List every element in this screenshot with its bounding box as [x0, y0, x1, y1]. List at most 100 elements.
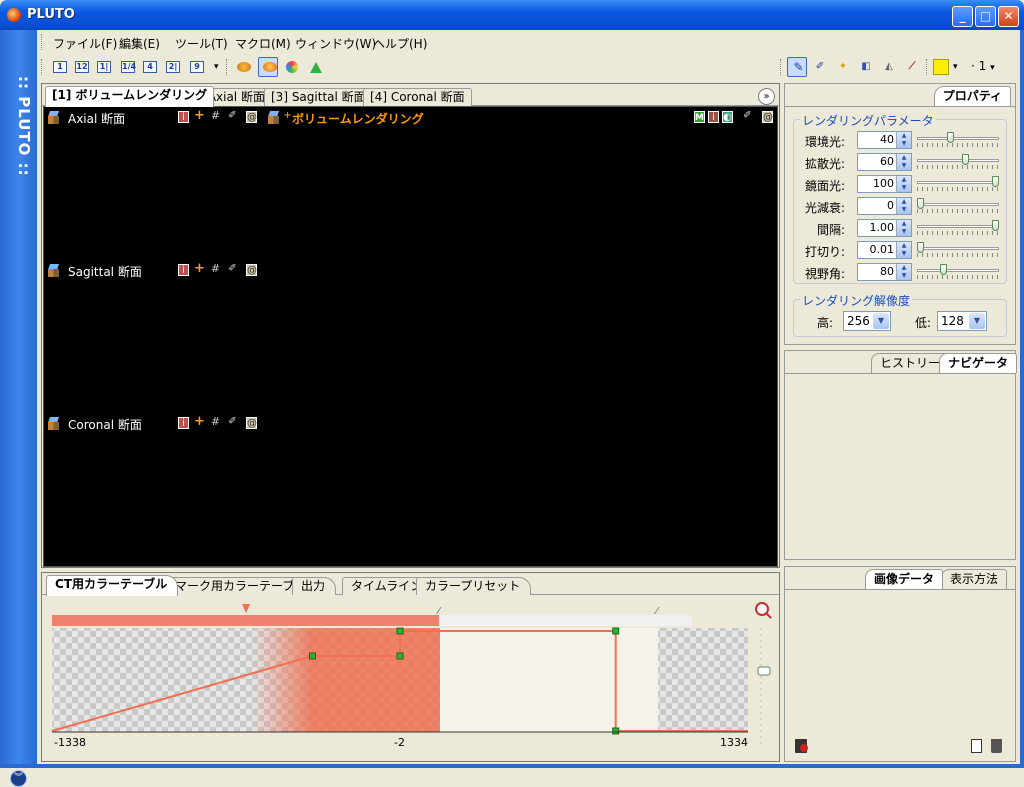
toolbar-overflow-icon[interactable]: ▾ [214, 62, 219, 72]
grid-icon[interactable]: # [210, 263, 221, 275]
slider-thumb[interactable] [947, 132, 954, 143]
curve-control-point[interactable] [612, 627, 620, 635]
tab-navigator[interactable]: ナビゲータ [939, 353, 1018, 373]
menu-macro[interactable]: マクロ(M) [235, 35, 291, 52]
ambient-slider[interactable] [917, 132, 999, 148]
diffuse-value[interactable]: 60 [880, 155, 894, 168]
fov-slider[interactable] [917, 264, 999, 280]
cutoff-slider[interactable] [917, 242, 999, 258]
specular-value[interactable]: 100 [873, 177, 894, 190]
layout-4-button[interactable]: 4 [140, 57, 160, 77]
grid-icon[interactable]: # [210, 416, 221, 428]
info-icon[interactable]: i [178, 264, 189, 276]
spinner-arrows-icon[interactable]: ▲ ▼ [896, 220, 911, 236]
slider-thumb[interactable] [917, 242, 924, 253]
close-button[interactable]: ✕ [998, 6, 1019, 27]
attenuation-spinner[interactable]: 0 ▲ ▼ [857, 197, 912, 215]
more-tabs-icon[interactable]: » [758, 88, 775, 105]
pin-icon[interactable]: ✐ [742, 110, 753, 122]
new-document-icon[interactable] [971, 739, 982, 753]
menu-tools[interactable]: ツール(T) [175, 35, 228, 52]
interval-slider[interactable] [917, 220, 999, 236]
clip-icon[interactable]: @ [246, 111, 257, 123]
layout-quarter-button[interactable]: 1/4 [118, 57, 138, 77]
slider-thumb[interactable] [939, 264, 947, 275]
menu-file[interactable]: ファイル(F) [53, 35, 117, 52]
color-table-plot[interactable]: ⁄ ⁄ -1338 -2 1334 [42, 595, 779, 761]
interval-spinner[interactable]: 1.00 ▲ ▼ [857, 219, 912, 237]
delete-data-icon[interactable] [795, 739, 808, 753]
brush-size[interactable]: · 1 ▾ [971, 59, 995, 73]
slider-thumb[interactable] [992, 176, 999, 187]
volume-render-icon[interactable] [258, 57, 278, 77]
fov-spinner[interactable]: 80 ▲ ▼ [857, 263, 912, 281]
shading-icon[interactable]: ◐ [722, 111, 733, 123]
pin-icon[interactable]: ✐ [227, 263, 238, 275]
crosshair-icon[interactable]: + [194, 415, 205, 428]
layout-1v-button[interactable]: 1| [94, 57, 114, 77]
ambient-value[interactable]: 40 [880, 133, 894, 146]
color-swatch[interactable] [933, 59, 949, 75]
cutoff-spinner[interactable]: 0.01 ▲ ▼ [857, 241, 912, 259]
fov-value[interactable]: 80 [880, 265, 894, 278]
clip-icon[interactable]: @ [246, 417, 257, 429]
slider-thumb[interactable] [917, 198, 924, 209]
info-icon[interactable]: i [178, 417, 189, 429]
color-dropdown-icon[interactable]: ▾ [953, 62, 958, 72]
interval-value[interactable]: 1.00 [870, 221, 895, 234]
curve-control-point[interactable] [309, 652, 316, 660]
spinner-arrows-icon[interactable]: ▲ ▼ [896, 264, 911, 280]
ambient-spinner[interactable]: 40 ▲ ▼ [857, 131, 912, 149]
curve-control-point[interactable] [612, 727, 620, 735]
clip-icon[interactable]: @ [762, 111, 773, 123]
paint-bucket-icon[interactable]: ◭ [879, 57, 899, 77]
crosshair-icon[interactable]: + [194, 262, 205, 275]
spinner-arrows-icon[interactable]: ▲ ▼ [896, 176, 911, 192]
tab-display-method[interactable]: 表示方法 [941, 569, 1008, 589]
opacity-curve-chart[interactable]: ⁄ ⁄ -1338 -2 1334 [42, 595, 779, 761]
tab-color-preset[interactable]: カラープリセット [416, 577, 532, 595]
eyedropper-icon[interactable]: ⟋ [902, 57, 922, 77]
slider-thumb[interactable] [962, 154, 969, 165]
curve-control-point[interactable] [396, 652, 404, 660]
pen-icon[interactable]: ✐ [810, 57, 830, 77]
low-resolution-select[interactable]: 128 ▼ [937, 311, 987, 331]
tab-ct-color-table[interactable]: CT用カラーテーブル [46, 575, 179, 596]
tab-image-data[interactable]: 画像データ [865, 569, 944, 589]
diffuse-slider[interactable] [917, 154, 999, 170]
spinner-arrows-icon[interactable]: ▲ ▼ [896, 154, 911, 170]
layout-2v-button[interactable]: 2| [163, 57, 183, 77]
trash-icon[interactable] [991, 739, 1002, 753]
pin-icon[interactable]: ✐ [227, 416, 238, 428]
info-icon[interactable]: i [708, 111, 719, 123]
diffuse-spinner[interactable]: 60 ▲ ▼ [857, 153, 912, 171]
pencil-icon[interactable]: ✎ [787, 57, 807, 77]
viewport-area[interactable]: Axial 断面 i + # ✐ @ + ボリュームレンダリング M i ◐ ✐… [43, 106, 778, 567]
grid-icon[interactable]: # [210, 110, 221, 122]
spinner-arrows-icon[interactable]: ▲ ▼ [896, 132, 911, 148]
surface-render-icon[interactable] [234, 57, 254, 77]
magic-wand-icon[interactable]: ✦ [833, 57, 853, 77]
specular-slider[interactable] [917, 176, 999, 192]
tab-output[interactable]: 出力 [292, 577, 337, 595]
eraser-icon[interactable]: ◧ [856, 57, 876, 77]
layout-9-button[interactable]: 9 [187, 57, 207, 77]
menu-edit[interactable]: 編集(E) [119, 35, 160, 52]
crosshair-icon[interactable]: + [194, 109, 205, 122]
menu-help[interactable]: ヘルプ(H) [373, 35, 427, 52]
slider-thumb[interactable] [992, 220, 999, 231]
expand-icon[interactable]: ︾ [10, 770, 27, 787]
cutoff-value[interactable]: 0.01 [870, 243, 895, 256]
info-icon[interactable]: i [178, 111, 189, 123]
tab-coronal[interactable]: [4] Coronal 断面 [363, 88, 472, 106]
spinner-arrows-icon[interactable]: ▲ ▼ [896, 242, 911, 258]
tab-history[interactable]: ヒストリー [871, 353, 950, 373]
color-palette-icon[interactable] [282, 57, 302, 77]
measure-icon[interactable] [306, 57, 326, 77]
clip-icon[interactable]: @ [246, 264, 257, 276]
tab-volume-rendering[interactable]: [1] ボリュームレンダリング [45, 86, 215, 107]
attenuation-slider[interactable] [917, 198, 999, 214]
pin-icon[interactable]: ✐ [227, 110, 238, 122]
minimize-button[interactable]: _ [952, 6, 973, 27]
mip-icon[interactable]: M [694, 111, 705, 123]
